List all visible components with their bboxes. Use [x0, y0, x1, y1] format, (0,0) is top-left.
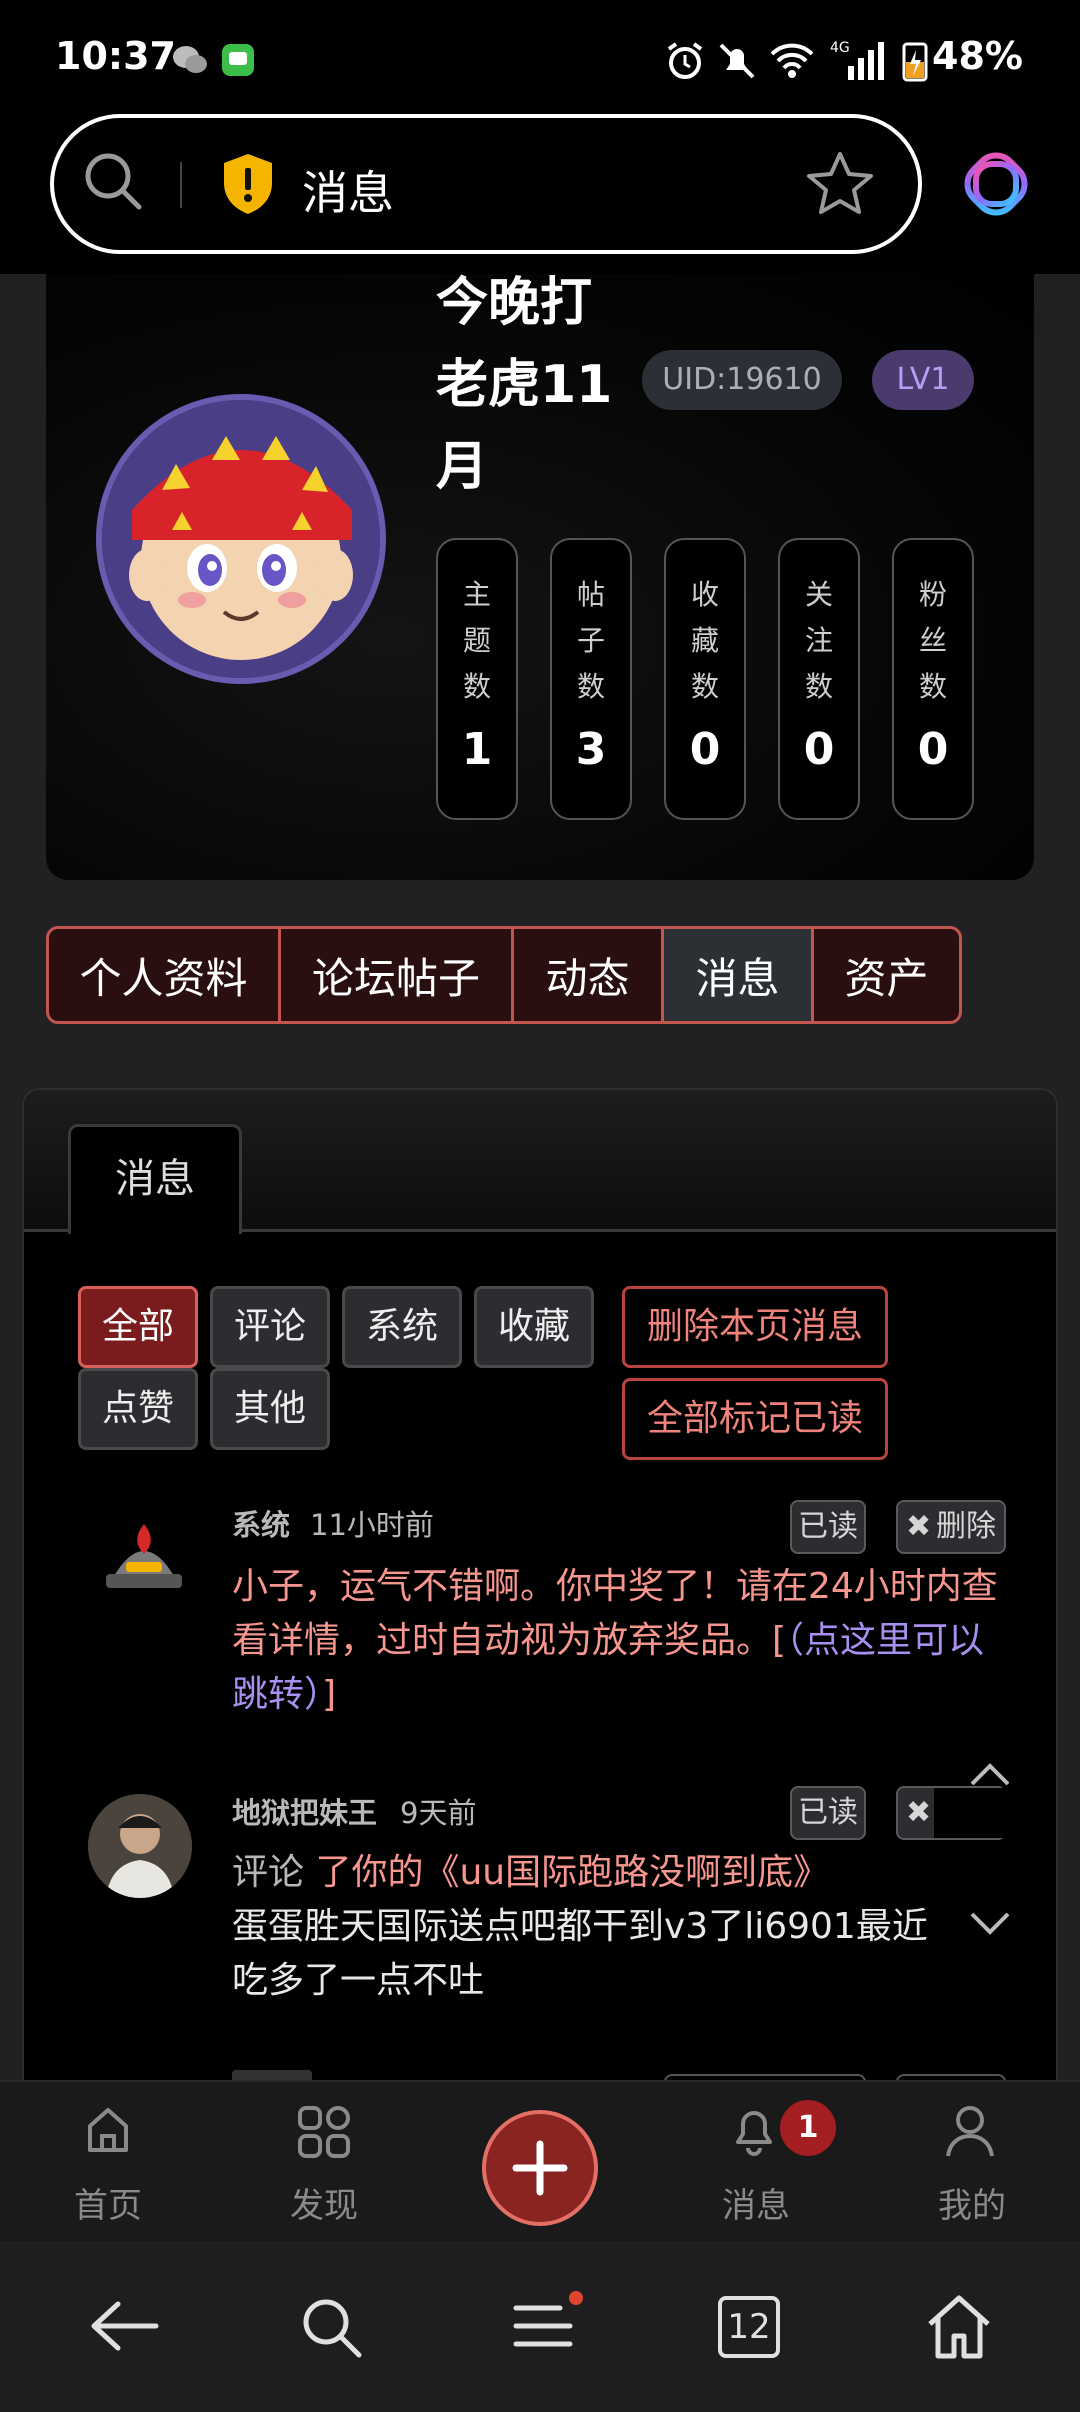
mark-read-button[interactable]: 已读	[790, 1786, 866, 1840]
browser-logo-icon[interactable]	[962, 150, 1030, 218]
status-time: 10:37	[55, 34, 176, 78]
search-icon[interactable]	[82, 150, 144, 212]
delete-message-button[interactable]: ✖ 删除	[896, 1500, 1006, 1554]
back-arrow-icon[interactable]	[88, 2296, 160, 2356]
stat-value: 3	[575, 724, 607, 775]
profile-tabs: 个人资料 论坛帖子 动态 消息 资产	[46, 926, 962, 1024]
delete-label: 删除	[936, 1509, 996, 1544]
tab-activity[interactable]: 动态	[514, 929, 664, 1021]
nav-home-label[interactable]: 首页	[48, 2178, 168, 2227]
create-post-button[interactable]	[482, 2110, 598, 2226]
close-icon: ✖	[906, 1795, 932, 1830]
menu-icon[interactable]	[510, 2290, 584, 2362]
cartoon-avatar-image	[102, 400, 380, 678]
tab-profile[interactable]: 个人资料	[49, 929, 281, 1021]
uid-badge: UID:19610	[642, 350, 842, 410]
filter-likes[interactable]: 点赞	[78, 1368, 198, 1450]
filter-all[interactable]: 全部	[78, 1286, 198, 1368]
profile-username: 今晚打老虎11月	[436, 273, 613, 497]
user-avatar[interactable]	[88, 1794, 192, 1898]
tab-forum-posts[interactable]: 论坛帖子	[281, 929, 514, 1021]
filter-system[interactable]: 系统	[342, 1286, 462, 1368]
message-time: 9天前	[400, 1796, 477, 1830]
filter-other[interactable]: 其他	[210, 1368, 330, 1450]
home-icon[interactable]	[924, 2292, 994, 2362]
tab-assets[interactable]: 资产	[814, 929, 959, 1021]
grid-icon[interactable]	[296, 2104, 352, 2160]
message-body: 小子，运气不错啊。你中奖了！请在24小时内查看详情，过时自动视为放弃奖品。[（点…	[232, 1560, 1012, 1722]
stat-label: 主题数	[462, 578, 491, 703]
plus-icon	[512, 2140, 568, 2196]
stat-label: 收藏数	[690, 578, 719, 703]
alarm-icon	[667, 42, 703, 79]
stat-label: 粉丝数	[918, 578, 947, 703]
panel-tab-messages[interactable]: 消息	[68, 1124, 242, 1234]
message-body: 评论 了你的《uu国际跑路没啊到底》	[232, 1846, 952, 1900]
stat-favorites[interactable]: 收藏数 0	[664, 538, 746, 820]
battery-percent: 48%	[932, 34, 1023, 78]
close-icon: ✖	[906, 1509, 932, 1544]
address-divider	[180, 162, 182, 208]
tab-count-button[interactable]: 12	[718, 2296, 780, 2358]
stat-label: 帖子数	[576, 578, 605, 703]
shield-warning-icon[interactable]	[220, 152, 276, 216]
stat-value: 0	[917, 724, 949, 775]
wifi-icon	[770, 43, 814, 78]
stat-topics[interactable]: 主题数 1	[436, 538, 518, 820]
user-icon[interactable]	[944, 2102, 996, 2158]
star-icon[interactable]	[806, 150, 874, 216]
stat-posts[interactable]: 帖子数 3	[550, 538, 632, 820]
svg-text:4G: 4G	[830, 40, 850, 56]
user-photo-image	[88, 1794, 192, 1898]
message-time: 11小时前	[310, 1508, 434, 1542]
level-badge: LV1	[872, 350, 974, 410]
filter-comments[interactable]: 评论	[210, 1286, 330, 1368]
bell-icon[interactable]	[728, 2102, 780, 2158]
scroll-down-icon[interactable]	[968, 1908, 1012, 1938]
nav-messages-label[interactable]: 消息	[696, 2178, 816, 2227]
message-sender[interactable]: 地狱把妹王	[232, 1790, 377, 1832]
message-action: 评论	[232, 1852, 305, 1893]
message-sender[interactable]: 系统	[232, 1502, 290, 1544]
signal-icon: 4G	[830, 40, 884, 80]
battery-icon	[902, 42, 928, 82]
scroll-overlay	[934, 1788, 1014, 1838]
system-helmet-icon	[106, 1524, 182, 1588]
stat-value: 0	[803, 724, 835, 775]
home-icon[interactable]	[84, 2104, 132, 2156]
nav-me-label[interactable]: 我的	[912, 2178, 1032, 2227]
delete-page-messages-button[interactable]: 删除本页消息	[622, 1286, 888, 1368]
mute-icon	[719, 43, 755, 79]
tab-messages[interactable]: 消息	[664, 929, 814, 1021]
nav-discover-label[interactable]: 发现	[264, 2178, 384, 2227]
wechat-icon	[173, 46, 207, 73]
stat-following[interactable]: 关注数 0	[778, 538, 860, 820]
message-panel: 消息 全部 评论 系统 收藏 点赞 其他 删除本页消息 全部标记已读 系统 11…	[22, 1088, 1058, 2088]
stat-followers[interactable]: 粉丝数 0	[892, 538, 974, 820]
address-text[interactable]: 消息	[302, 157, 394, 223]
filter-favorites[interactable]: 收藏	[474, 1286, 594, 1368]
notification-badge: 1	[780, 2100, 836, 2156]
search-icon[interactable]	[298, 2294, 366, 2362]
panel-header: 消息	[24, 1090, 1056, 1234]
stat-value: 1	[461, 724, 493, 775]
mark-read-button[interactable]: 已读	[790, 1500, 866, 1554]
stat-value: 0	[689, 724, 721, 775]
stat-label: 关注数	[804, 578, 833, 703]
message-text-end: ]	[322, 1674, 337, 1715]
avatar[interactable]	[96, 394, 386, 684]
mark-all-read-button[interactable]: 全部标记已读	[622, 1378, 888, 1460]
message-target-link[interactable]: 了你的《uu国际跑路没啊到底》	[315, 1852, 829, 1893]
message-content: 蛋蛋胜天国际送点吧都干到v3了li6901最近吃多了一点不吐	[232, 1906, 928, 2001]
message-app-icon	[222, 44, 254, 76]
